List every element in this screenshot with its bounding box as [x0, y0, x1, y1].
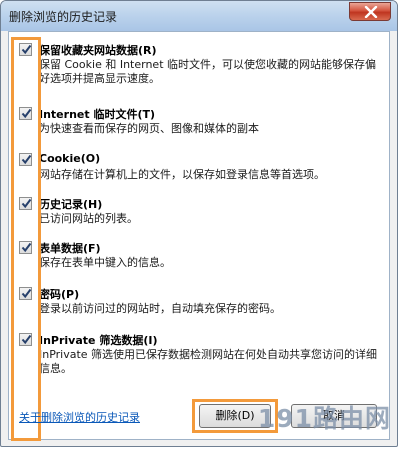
- option-description: 网站存储在计算机上的文件，以保存如登录信息等首选项。: [39, 168, 325, 181]
- option-label: 历史记录(H): [39, 198, 103, 211]
- option-label: 保留收藏夹网站数据(R): [39, 44, 157, 57]
- option-description: 为快速查看而保存的网页、图像和媒体的副本: [39, 122, 259, 135]
- delete-history-dialog: 删除浏览的历史记录 保留收藏夹网站数据(R) 保留 Cookie 和 Inter…: [0, 0, 398, 447]
- option-label: Internet 临时文件(T): [39, 108, 156, 121]
- option-description: 保存在表单中键入的信息。: [39, 256, 171, 269]
- dialog-title: 删除浏览的历史记录: [9, 10, 118, 24]
- option-label: Cookie(O): [39, 152, 101, 165]
- option-preserve-favorites: 保留收藏夹网站数据(R) 保留 Cookie 和 Internet 临时文件，可…: [9, 42, 389, 90]
- option-description: 已访问网站的列表。: [39, 212, 138, 225]
- close-button[interactable]: [349, 2, 391, 21]
- option-label: 密码(P): [39, 288, 80, 301]
- option-cookies: Cookie(O) 网站存储在计算机上的文件，以保存如登录信息等首选项。: [9, 152, 389, 186]
- option-inprivate-filtering: InPrivate 筛选数据(I) InPrivate 筛选使用已保存数据检测网…: [9, 332, 389, 380]
- title-bar[interactable]: 删除浏览的历史记录: [1, 1, 397, 31]
- option-history: 历史记录(H) 已访问网站的列表。: [9, 196, 389, 230]
- watermark-logo: 191路由网: [257, 404, 391, 433]
- option-passwords: 密码(P) 登录以前访问过的网站时，自动填充保存的密码。: [9, 286, 389, 320]
- option-label: 表单数据(F): [39, 242, 101, 255]
- checkbox-column-highlight: [11, 37, 41, 441]
- option-description: 保留 Cookie 和 Internet 临时文件，可以使您收藏的网站能够保存偏…: [39, 58, 376, 85]
- close-icon: [364, 6, 378, 18]
- option-description: 登录以前访问过的网站时，自动填充保存的密码。: [39, 302, 281, 315]
- about-deleting-history-link[interactable]: 关于删除浏览的历史记录: [19, 409, 140, 425]
- option-description: InPrivate 筛选使用已保存数据检测网站在何处自动共享您访问的详细信息。: [39, 348, 378, 375]
- options-panel: 保留收藏夹网站数据(R) 保留 Cookie 和 Internet 临时文件，可…: [8, 31, 390, 440]
- option-form-data: 表单数据(F) 保存在表单中键入的信息。: [9, 240, 389, 274]
- option-temp-files: Internet 临时文件(T) 为快速查看而保存的网页、图像和媒体的副本: [9, 106, 389, 140]
- option-label: InPrivate 筛选数据(I): [39, 334, 158, 347]
